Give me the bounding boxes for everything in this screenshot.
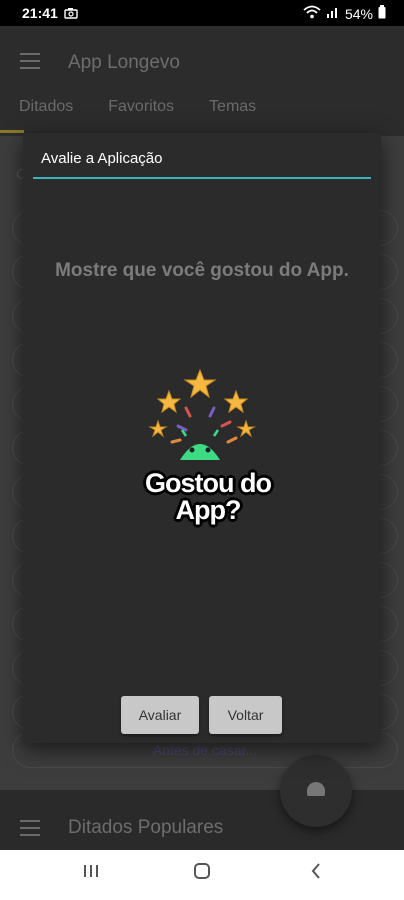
camera-icon xyxy=(64,6,78,22)
tab-indicator xyxy=(0,130,24,133)
app-title: App Longevo xyxy=(68,52,180,73)
tab-bar: Ditados Favoritos Temas xyxy=(0,98,404,116)
menu-icon[interactable] xyxy=(20,53,40,74)
tab-temas[interactable]: Temas xyxy=(209,98,256,116)
status-time: 21:41 xyxy=(22,5,58,21)
battery-percent: 54% xyxy=(344,5,373,22)
tab-favoritos[interactable]: Favoritos xyxy=(108,98,174,116)
system-nav-bar xyxy=(0,850,404,900)
stars-android-icon xyxy=(148,368,256,460)
menu-icon[interactable] xyxy=(20,820,40,841)
dialog-title-underline xyxy=(33,177,371,179)
back-icon[interactable] xyxy=(310,862,322,886)
android-icon xyxy=(180,429,220,460)
tab-ditados[interactable]: Ditados xyxy=(19,98,73,116)
gostou-do-app-illustration: Gostou do App? xyxy=(128,368,288,528)
dialog-message: Mostre que você gostou do App. xyxy=(55,260,349,281)
star-icon xyxy=(148,419,168,438)
dialog-buttons: Avaliar Voltar xyxy=(121,696,282,734)
star-icon xyxy=(236,419,256,438)
back-button[interactable]: Voltar xyxy=(209,696,282,734)
app-bar: App Longevo Ditados Favoritos Temas xyxy=(0,26,404,136)
rate-app-dialog: Avalie a Aplicação Mostre que você gosto… xyxy=(23,133,381,743)
home-icon[interactable] xyxy=(193,862,211,886)
status-bar: 21:41 54% xyxy=(0,0,404,26)
battery-icon xyxy=(378,5,386,22)
recent-apps-icon[interactable] xyxy=(82,862,100,885)
android-icon xyxy=(307,782,325,796)
star-icon xyxy=(156,389,182,414)
wifi-icon xyxy=(303,5,321,22)
dialog-title: Avalie a Aplicação xyxy=(41,150,163,167)
signal-icon xyxy=(326,5,340,22)
art-caption-line2: App? xyxy=(175,495,242,525)
star-icon xyxy=(223,389,249,414)
android-fab-button[interactable] xyxy=(280,755,352,827)
star-icon xyxy=(183,368,217,399)
bottom-bar-title: Ditados Populares xyxy=(68,817,224,838)
status-icons: 54% xyxy=(303,5,386,22)
rate-button[interactable]: Avaliar xyxy=(121,696,199,734)
